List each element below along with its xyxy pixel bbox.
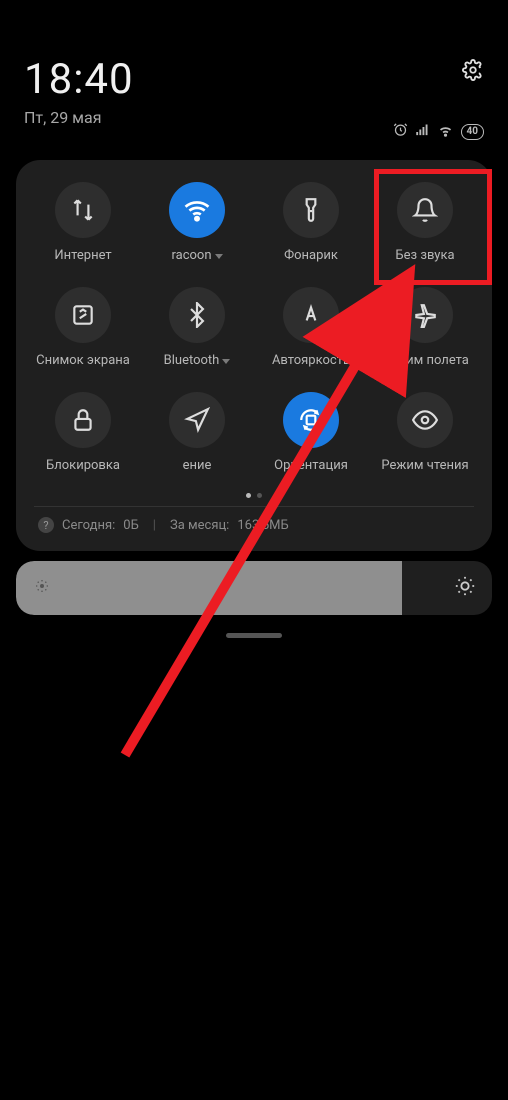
tile-label: Режим полета <box>381 353 469 368</box>
qs-tile-autobright[interactable]: Автояркость <box>254 287 368 368</box>
brightness-low-icon <box>34 578 50 598</box>
quick-settings-panel: Интернет racoon Фонарик Без звука Снимок экр… <box>16 160 492 551</box>
qs-tile-lock[interactable]: Блокировка <box>26 392 140 473</box>
eye-icon[interactable] <box>397 392 453 448</box>
qs-tile-bell[interactable]: Без звука <box>368 182 482 263</box>
alarm-icon <box>393 122 408 141</box>
rotation-icon[interactable] <box>283 392 339 448</box>
tile-label: Автояркость <box>272 353 350 368</box>
lock-icon[interactable] <box>55 392 111 448</box>
swap-icon[interactable] <box>55 182 111 238</box>
page-indicator <box>26 493 482 498</box>
tile-label: Снимок экрана <box>36 353 130 368</box>
wifi-status-icon <box>437 121 454 142</box>
tile-label: Без звука <box>395 248 454 263</box>
qs-tile-airplane[interactable]: Режим полета <box>368 287 482 368</box>
navigate-icon[interactable] <box>169 392 225 448</box>
battery-indicator: 40 <box>461 124 484 140</box>
status-time: 18:40 <box>24 55 134 104</box>
tile-label: Bluetooth <box>164 353 231 368</box>
signal-icon <box>415 122 430 141</box>
question-icon: ? <box>38 517 54 533</box>
qs-tile-flashlight[interactable]: Фонарик <box>254 182 368 263</box>
qs-tile-bluetooth[interactable]: Bluetooth <box>140 287 254 368</box>
tile-label: Фонарик <box>284 248 338 263</box>
tile-label: Интернет <box>54 248 111 263</box>
tile-label: ение <box>183 458 212 473</box>
chevron-down-icon <box>222 359 230 364</box>
screenshot-icon[interactable] <box>55 287 111 343</box>
brightness-slider[interactable] <box>16 561 492 615</box>
tile-label: racoon <box>171 248 222 263</box>
settings-icon[interactable] <box>462 59 484 85</box>
qs-tile-swap[interactable]: Интернет <box>26 182 140 263</box>
brightness-high-icon[interactable] <box>454 575 476 601</box>
bell-icon[interactable] <box>397 182 453 238</box>
wifi-icon[interactable] <box>169 182 225 238</box>
qs-tile-eye[interactable]: Режим чтения <box>368 392 482 473</box>
qs-tile-rotation[interactable]: Ориентация <box>254 392 368 473</box>
autobright-icon[interactable] <box>283 287 339 343</box>
tile-label: Режим чтения <box>381 458 468 473</box>
flashlight-icon[interactable] <box>283 182 339 238</box>
bluetooth-icon[interactable] <box>169 287 225 343</box>
qs-tile-navigate[interactable]: ение <box>140 392 254 473</box>
data-usage-row[interactable]: ? Сегодня: 0Б | За месяц: 163,5МБ <box>26 517 482 537</box>
drag-handle[interactable] <box>226 633 282 638</box>
chevron-down-icon <box>215 254 223 259</box>
tile-label: Ориентация <box>274 458 348 473</box>
qs-tile-wifi[interactable]: racoon <box>140 182 254 263</box>
airplane-icon[interactable] <box>397 287 453 343</box>
qs-tile-screenshot[interactable]: Снимок экрана <box>26 287 140 368</box>
tile-label: Блокировка <box>46 458 120 473</box>
